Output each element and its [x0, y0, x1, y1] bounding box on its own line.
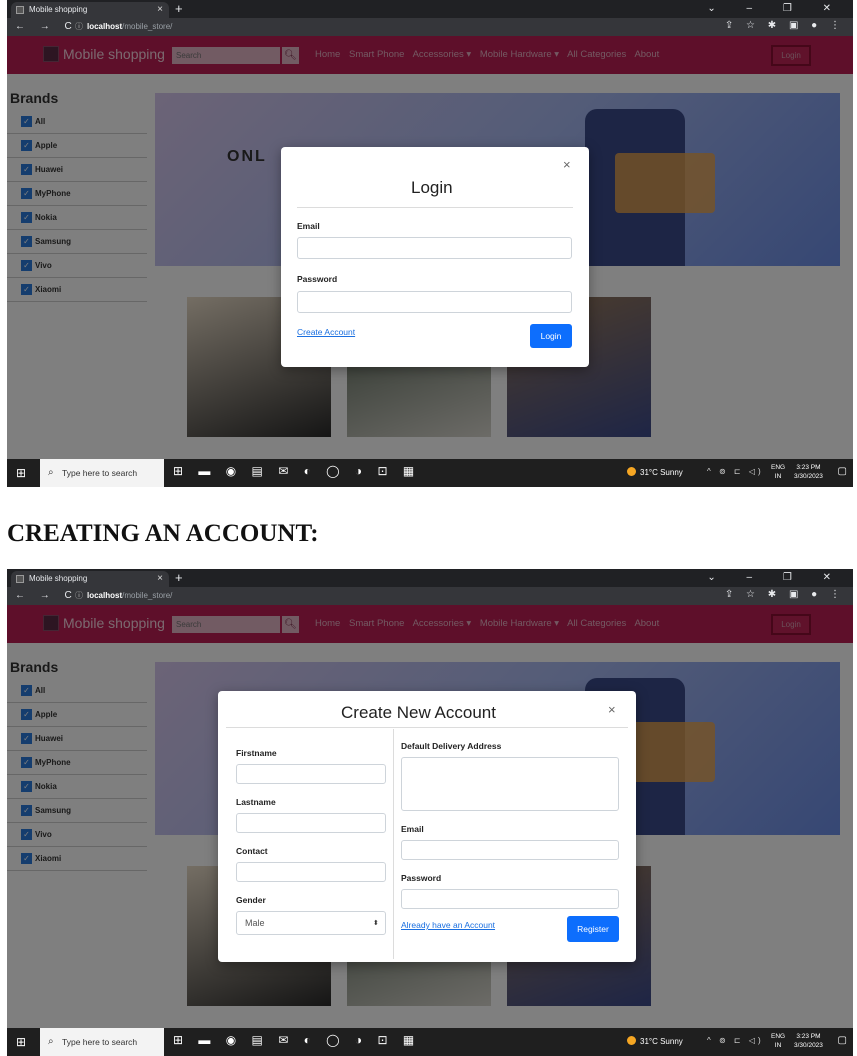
browser-tab-bar: Mobile shopping × + ⌄ – ❐ ✕	[7, 569, 853, 587]
language-indicator[interactable]: ENG IN	[771, 463, 785, 481]
gender-select[interactable]: Male	[236, 911, 386, 935]
divider	[297, 207, 573, 208]
lastname-field[interactable]	[236, 813, 386, 833]
email-label: Email	[297, 221, 320, 231]
login-button[interactable]: Login	[530, 324, 572, 348]
clock[interactable]: 3:23 PM 3/30/2023	[794, 1032, 823, 1050]
select-arrow-icon: ⬍	[373, 920, 379, 927]
address-label: Default Delivery Address	[401, 741, 502, 751]
login-link[interactable]: Already have an Account	[401, 920, 495, 930]
tab-title: Mobile shopping	[29, 574, 88, 583]
info-icon: ⓘ	[75, 22, 83, 31]
column-divider	[393, 729, 394, 959]
login-screenshot: Mobile shopping × + ⌄ – ❐ ✕ ← → C ⓘ local…	[7, 0, 853, 487]
close-icon[interactable]: ×	[608, 702, 616, 717]
clock[interactable]: 3:23 PM 3/30/2023	[794, 463, 823, 481]
new-tab-icon[interactable]: +	[175, 569, 183, 587]
address-bar: ← → C ⓘ localhost/mobile_store/ ⇪ ☆ ✱ ▣ ●…	[7, 587, 853, 605]
email-label: Email	[401, 824, 424, 834]
contact-label: Contact	[236, 846, 268, 856]
url-field[interactable]: ⓘ localhost/mobile_store/	[75, 590, 172, 601]
url-field[interactable]: ⓘ localhost/mobile_store/	[75, 21, 172, 32]
tab-close-icon[interactable]: ×	[157, 2, 163, 18]
password-label: Password	[401, 873, 442, 883]
modal-title: Login	[411, 178, 453, 197]
nav-buttons[interactable]: ← → C	[15, 590, 78, 601]
tab-title: Mobile shopping	[29, 5, 88, 14]
password-field[interactable]	[297, 291, 572, 313]
nav-buttons[interactable]: ← → C	[15, 21, 78, 32]
browser-toolbar-icons[interactable]: ⇪ ☆ ✱ ▣ ● ⋮	[725, 20, 845, 31]
close-icon[interactable]: ×	[563, 157, 571, 172]
search-icon: ⌕	[48, 1036, 54, 1047]
section-heading: CREATING AN ACCOUNT:	[7, 520, 319, 547]
taskbar-app-icons[interactable]: ⊞ ▬ ◉ ▤ ✉ ◐ ◯ ◑ ⊡ ▦	[173, 464, 420, 478]
new-tab-icon[interactable]: +	[175, 0, 183, 18]
window-controls[interactable]: ⌄ – ❐ ✕	[707, 0, 845, 18]
firstname-field[interactable]	[236, 764, 386, 784]
browser-tab[interactable]: Mobile shopping ×	[11, 571, 169, 587]
contact-field[interactable]	[236, 862, 386, 882]
windows-start-icon[interactable]: ⊞	[16, 466, 26, 480]
weather-widget[interactable]: 31°C Sunny	[627, 1036, 683, 1046]
system-tray-icons[interactable]: ^ ⊚ ⊏ ◁)	[707, 467, 764, 476]
taskbar-search[interactable]: ⌕ Type here to search	[40, 1028, 164, 1056]
browser-toolbar-icons[interactable]: ⇪ ☆ ✱ ▣ ● ⋮	[725, 589, 845, 600]
create-account-modal: Create New Account × Firstname Lastname …	[218, 691, 636, 962]
browser-tab[interactable]: Mobile shopping ×	[11, 2, 169, 18]
lastname-label: Lastname	[236, 797, 276, 807]
info-icon: ⓘ	[75, 591, 83, 600]
taskbar-search[interactable]: ⌕ Type here to search	[40, 459, 164, 487]
taskbar-app-icons[interactable]: ⊞ ▬ ◉ ▤ ✉ ◐ ◯ ◑ ⊡ ▦	[173, 1033, 420, 1047]
system-tray-icons[interactable]: ^ ⊚ ⊏ ◁)	[707, 1036, 764, 1045]
weather-widget[interactable]: 31°C Sunny	[627, 467, 683, 477]
gender-label: Gender	[236, 895, 266, 905]
password-field[interactable]	[401, 889, 619, 909]
window-controls[interactable]: ⌄ – ❐ ✕	[707, 569, 845, 587]
windows-taskbar: ⊞ ⌕ Type here to search ⊞ ▬ ◉ ▤ ✉ ◐ ◯ ◑ ⊡…	[7, 459, 853, 487]
password-label: Password	[297, 274, 338, 284]
address-bar: ← → C ⓘ localhost/mobile_store/ ⇪ ☆ ✱ ▣ ●…	[7, 18, 853, 36]
create-account-link[interactable]: Create Account	[297, 327, 355, 337]
email-field[interactable]	[297, 237, 572, 259]
notification-icon[interactable]: ▢	[838, 466, 847, 477]
sun-icon	[627, 1036, 636, 1045]
login-modal: × Login Email Password Create Account Lo…	[281, 147, 589, 367]
modal-title: Create New Account	[341, 703, 496, 722]
register-button[interactable]: Register	[567, 916, 619, 942]
firstname-label: Firstname	[236, 748, 277, 758]
tab-close-icon[interactable]: ×	[157, 571, 163, 587]
notification-icon[interactable]: ▢	[838, 1035, 847, 1046]
windows-start-icon[interactable]: ⊞	[16, 1035, 26, 1049]
language-indicator[interactable]: ENG IN	[771, 1032, 785, 1050]
favicon-icon	[16, 575, 24, 583]
search-icon: ⌕	[48, 467, 54, 478]
sun-icon	[627, 467, 636, 476]
create-account-screenshot: Mobile shopping × + ⌄ – ❐ ✕ ← → C ⓘ local…	[7, 569, 853, 1056]
divider	[226, 727, 628, 728]
browser-tab-bar: Mobile shopping × + ⌄ – ❐ ✕	[7, 0, 853, 18]
windows-taskbar: ⊞ ⌕ Type here to search ⊞ ▬ ◉ ▤ ✉ ◐ ◯ ◑ ⊡…	[7, 1028, 853, 1056]
favicon-icon	[16, 6, 24, 14]
address-field[interactable]	[401, 757, 619, 811]
email-field[interactable]	[401, 840, 619, 860]
